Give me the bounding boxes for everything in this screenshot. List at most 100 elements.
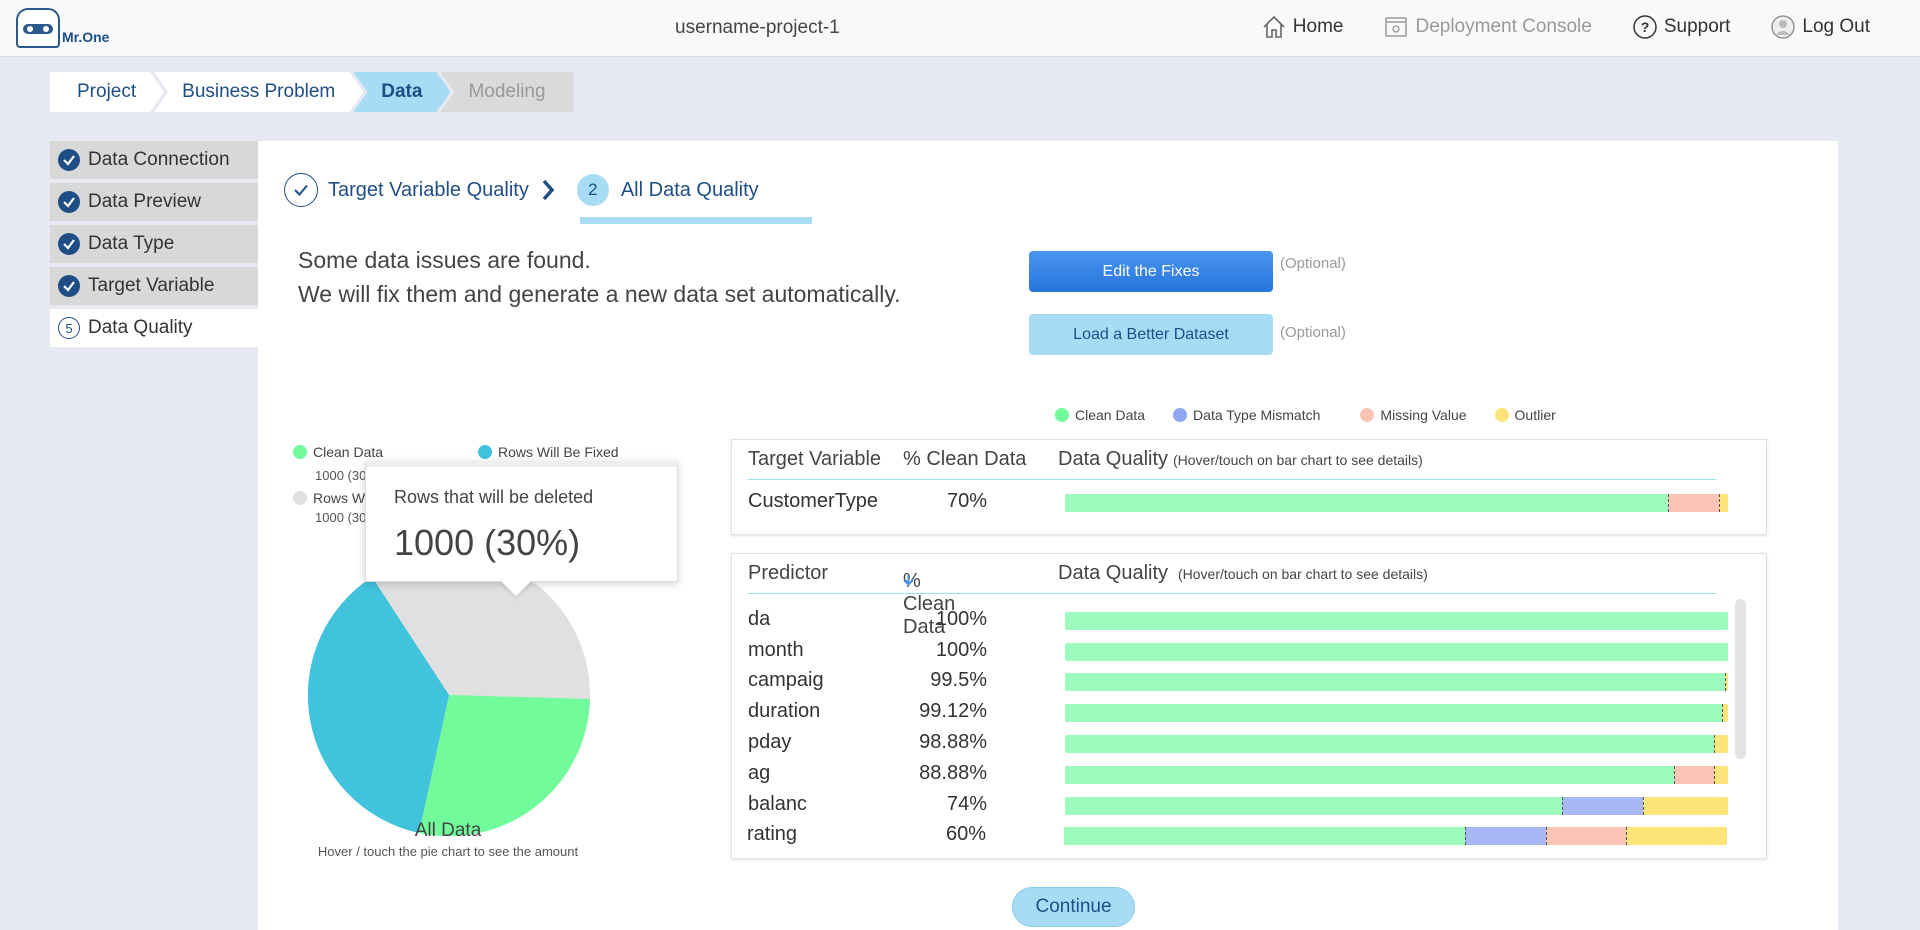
legend-clean: Clean Data: [1055, 407, 1145, 423]
sidebar-item-label: Data Type: [88, 233, 175, 254]
sidebar: Data Connection Data Preview Data Type T…: [50, 141, 258, 351]
project-name: username-project-1: [675, 17, 840, 38]
bar-segment-missing[interactable]: [1668, 494, 1720, 512]
variable-name: CustomerType: [748, 490, 879, 512]
pie-legend-fixed: Rows Will Be Fixed: [478, 444, 619, 460]
top-nav: Home Deployment Console ? Support Log Ou…: [1261, 14, 1870, 40]
tooltip-value: 1000 (30%): [394, 522, 581, 563]
checkmark-icon: [58, 191, 80, 213]
console-icon: [1383, 14, 1409, 40]
breadcrumb-project[interactable]: Project: [50, 72, 164, 112]
step-number-icon: 5: [58, 317, 80, 339]
top-header: Mr.One username-project-1 Home Deploymen…: [0, 0, 1920, 57]
home-icon: [1261, 14, 1287, 40]
green-dot-icon: [293, 445, 307, 459]
pink-dot-icon: [1360, 408, 1375, 422]
green-dot-icon: [1055, 408, 1069, 422]
blue-dot-icon: [478, 445, 492, 459]
active-tab-underline: [580, 217, 812, 224]
table-row: rating 60%: [747, 821, 1747, 851]
nav-support[interactable]: ? Support: [1632, 14, 1731, 40]
pie-legend-clean: Clean Data: [293, 444, 383, 460]
sidebar-item-target-variable[interactable]: Target Variable: [50, 267, 258, 305]
svg-text:?: ?: [1641, 19, 1650, 35]
load-better-dataset-button[interactable]: Load a Better Dataset: [1029, 314, 1273, 355]
all-data-pie-chart[interactable]: [308, 554, 590, 836]
quality-legend: Clean Data Data Type Mismatch Missing Va…: [1055, 407, 1584, 423]
breadcrumb-business-problem[interactable]: Business Problem: [154, 72, 363, 112]
legend-mismatch: Data Type Mismatch: [1173, 407, 1320, 423]
target-variable-card: Target Variable % Clean Data Data Qualit…: [731, 439, 1767, 535]
pie-hint: Hover / touch the pie chart to see the a…: [317, 844, 579, 859]
pie-slice-clean[interactable]: [419, 695, 590, 836]
sidebar-item-data-quality[interactable]: 5 Data Quality: [50, 309, 258, 347]
optional-label: (Optional): [1280, 255, 1346, 272]
pie-title: All Data: [414, 820, 482, 841]
checkmark-icon: [58, 149, 80, 171]
nav-home[interactable]: Home: [1261, 14, 1344, 40]
nav-logout-label: Log Out: [1802, 16, 1870, 37]
predictor-scrollbar[interactable]: [1735, 599, 1746, 759]
tab-label: Target Variable Quality: [328, 178, 529, 201]
nav-deployment-label: Deployment Console: [1415, 16, 1592, 37]
sub-steps: Target Variable Quality 2 All Data Quali…: [284, 169, 759, 211]
hover-hint: (Hover/touch on bar chart to see details…: [1173, 452, 1423, 468]
bar-segment-outlier[interactable]: [1719, 494, 1728, 512]
predictor-card-extension: rating 60%: [731, 553, 1767, 859]
logo[interactable]: Mr.One: [16, 8, 109, 48]
tab-target-variable-quality[interactable]: Target Variable Quality: [284, 173, 529, 207]
bar-segment-clean[interactable]: [1064, 827, 1466, 845]
clean-percent: 60%: [945, 823, 986, 845]
robot-logo-icon: [16, 8, 60, 48]
sidebar-item-data-type[interactable]: Data Type: [50, 225, 258, 263]
checkmark-icon: [58, 275, 80, 297]
pie-legend-deleted-amount: 1000 (30: [315, 510, 367, 525]
bar-segment-missing[interactable]: [1545, 827, 1626, 845]
checkmark-icon: [58, 233, 80, 255]
bar-segment-clean[interactable]: [1065, 494, 1669, 512]
pie-tooltip: Rows that will be deleted 1000 (30%): [365, 461, 678, 582]
chevron-right-icon: [541, 179, 555, 201]
yellow-dot-icon: [1494, 408, 1509, 422]
nav-home-label: Home: [1292, 16, 1344, 37]
predictor-name: rating: [747, 823, 798, 845]
quality-bar[interactable]: [1064, 827, 1727, 845]
sidebar-item-label: Data Connection: [88, 149, 230, 170]
column-header: Data Quality: [1058, 448, 1169, 470]
check-circle-icon: [284, 173, 318, 207]
breadcrumb-modeling[interactable]: Modeling: [440, 72, 574, 112]
bar-segment-outlier[interactable]: [1625, 827, 1727, 845]
table-row: CustomerType 70%: [748, 488, 1748, 518]
breadcrumb: Project Business Problem Data Modeling: [50, 72, 574, 112]
nav-support-label: Support: [1663, 16, 1731, 37]
tab-all-data-quality[interactable]: 2 All Data Quality: [576, 174, 759, 206]
user-icon: [1770, 14, 1796, 40]
message-line-1: Some data issues are found.: [298, 247, 591, 273]
pie-legend-clean-amount: 1000 (30: [315, 468, 367, 483]
pie-legend-deleted: Rows W: [293, 490, 365, 506]
question-icon: ?: [1632, 14, 1658, 40]
sidebar-item-data-connection[interactable]: Data Connection: [50, 141, 258, 179]
quality-bar[interactable]: [1065, 494, 1728, 512]
continue-button[interactable]: Continue: [1012, 887, 1135, 927]
sidebar-item-label: Data Preview: [88, 191, 201, 212]
nav-logout[interactable]: Log Out: [1770, 14, 1870, 40]
target-card-header: Target Variable % Clean Data Data Qualit…: [748, 440, 1716, 480]
column-header: % Clean Data: [903, 448, 1027, 470]
optional-label: (Optional): [1280, 324, 1346, 341]
main-panel: Target Variable Quality 2 All Data Quali…: [258, 141, 1838, 930]
edit-fixes-button[interactable]: Edit the Fixes: [1029, 251, 1273, 292]
step-number-badge: 2: [576, 174, 609, 206]
legend-outlier: Outlier: [1494, 407, 1556, 423]
sidebar-item-label: Target Variable: [88, 275, 215, 296]
issues-message: Some data issues are found. We will fix …: [298, 243, 901, 311]
clean-percent: 70%: [946, 490, 987, 512]
tab-label: All Data Quality: [620, 178, 759, 201]
breadcrumb-data[interactable]: Data: [353, 72, 450, 112]
bar-segment-mismatch[interactable]: [1465, 827, 1546, 845]
nav-deployment-console[interactable]: Deployment Console: [1383, 14, 1592, 40]
sidebar-item-data-preview[interactable]: Data Preview: [50, 183, 258, 221]
tooltip-label: Rows that will be deleted: [394, 487, 594, 507]
logo-text: Mr.One: [62, 29, 110, 45]
gray-dot-icon: [293, 491, 307, 505]
